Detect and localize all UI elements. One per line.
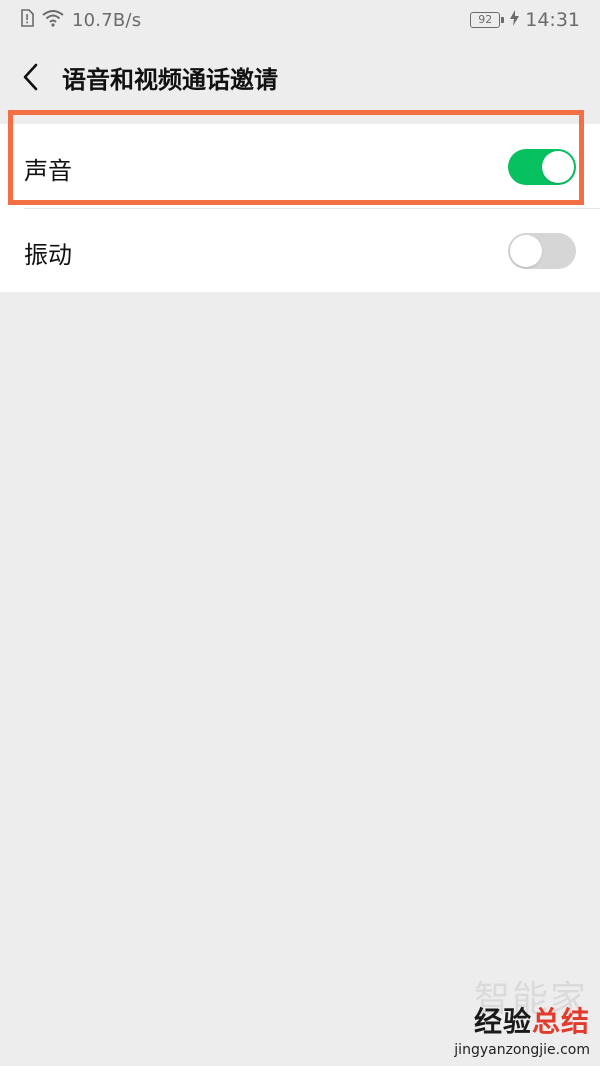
wifi-icon (42, 9, 64, 32)
setting-row-sound: 声音 (0, 124, 600, 208)
watermark: 经验总结 jingyanzongjie.com (454, 1000, 590, 1058)
watermark-title-a: 经验 (473, 1005, 532, 1038)
setting-row-vibration: 振动 (0, 208, 600, 292)
page-title: 语音和视频通话邀请 (62, 66, 278, 94)
watermark-title: 经验总结 (454, 1000, 590, 1040)
sim-alert-icon (20, 9, 34, 32)
back-button[interactable] (18, 60, 48, 94)
setting-label-vibration: 振动 (24, 241, 72, 269)
clock: 14:31 (525, 9, 580, 31)
toggle-knob (510, 235, 542, 267)
status-bar: 10.7B/s 92 14:31 (0, 0, 600, 42)
setting-label-sound: 声音 (24, 157, 72, 185)
battery-icon: 92 (470, 12, 505, 28)
net-speed: 10.7B/s (72, 10, 142, 31)
watermark-title-b: 总结 (531, 1005, 590, 1038)
sound-toggle[interactable] (508, 149, 576, 185)
vibration-toggle[interactable] (508, 233, 576, 269)
watermark-url: jingyanzongjie.com (454, 1042, 590, 1058)
status-right: 92 14:31 (470, 9, 580, 31)
charging-icon (510, 9, 520, 31)
toggle-knob (542, 151, 574, 183)
settings-list: 声音 振动 (0, 124, 600, 292)
chevron-left-icon (18, 63, 48, 98)
header: 语音和视频通话邀请 (0, 42, 600, 112)
status-left: 10.7B/s (20, 9, 141, 32)
